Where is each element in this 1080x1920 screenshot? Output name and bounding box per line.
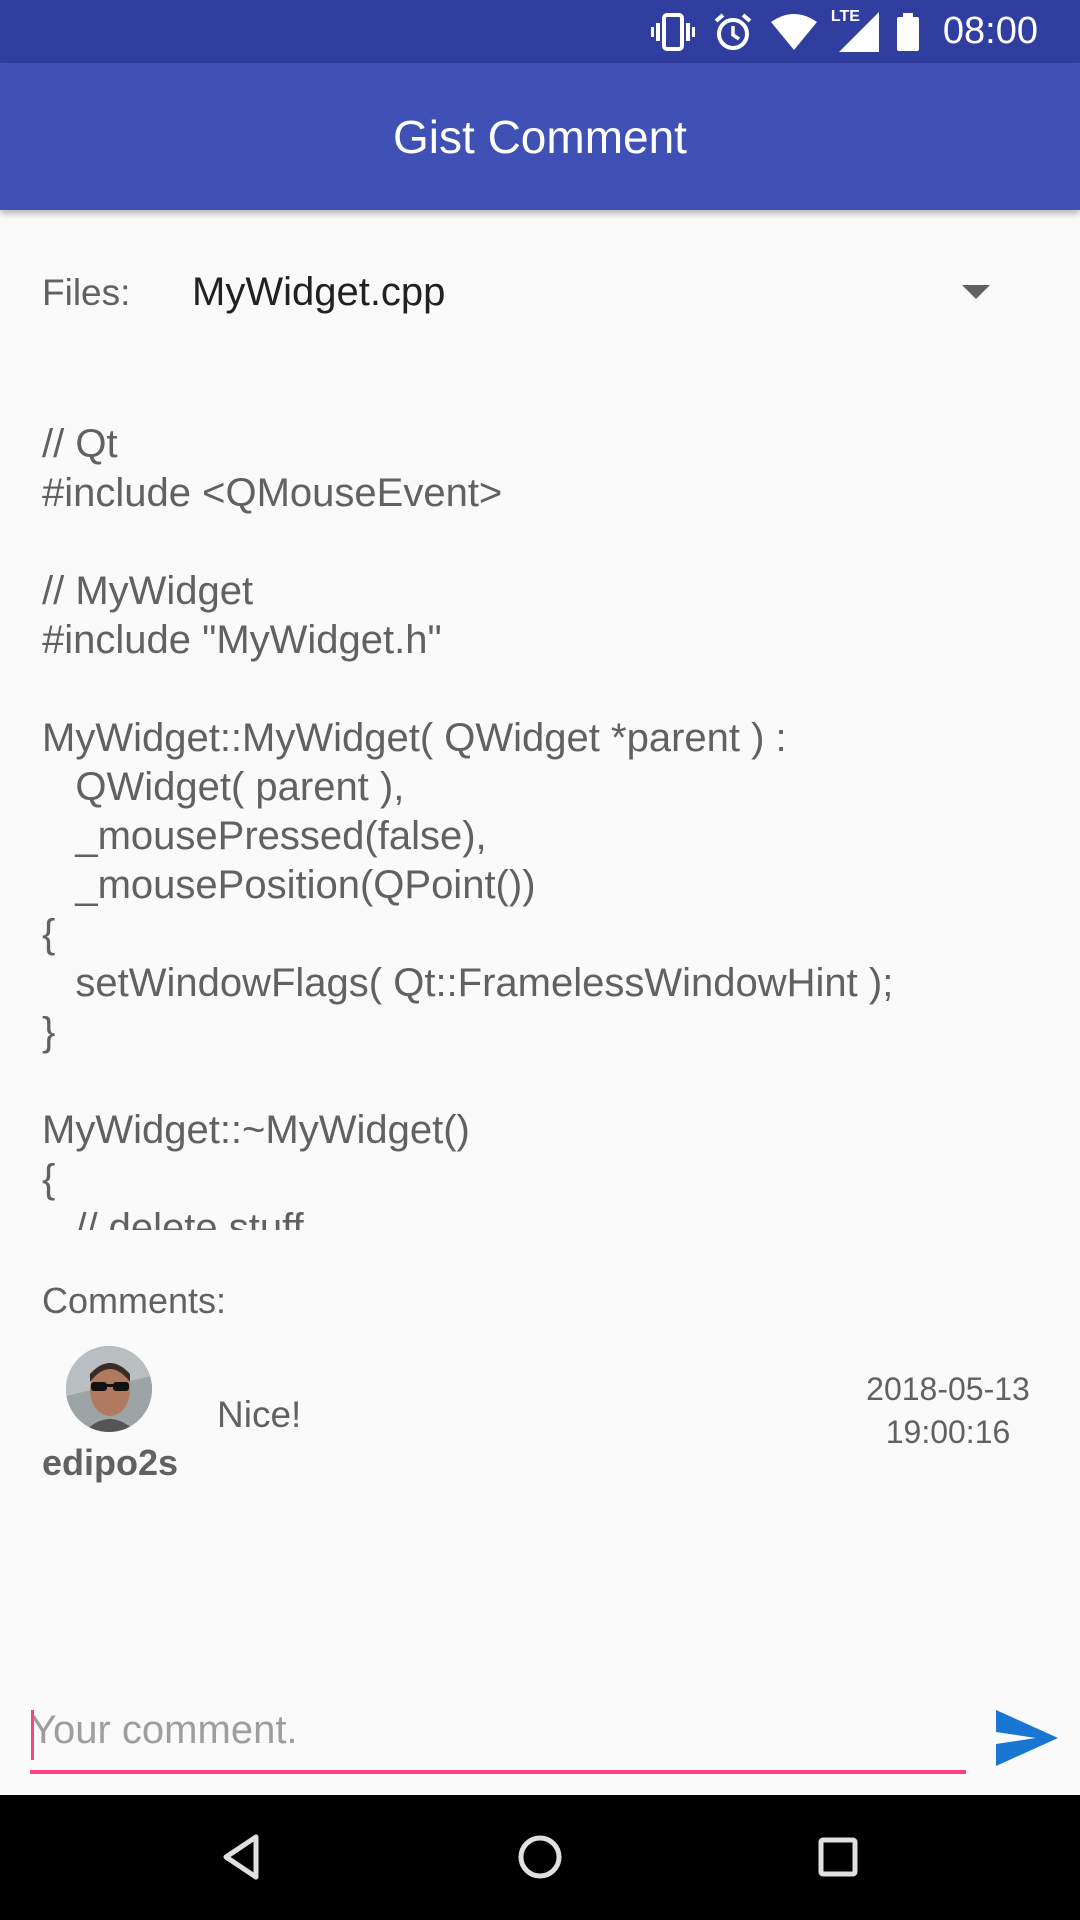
comment-author: edipo2s	[42, 1442, 179, 1483]
comment-text: Nice!	[217, 1394, 302, 1435]
comment-time: 19:00:16	[885, 1414, 1011, 1450]
status-icons: LTE 08:00	[650, 0, 1038, 63]
send-button[interactable]	[996, 1710, 1058, 1766]
code-text: // Qt #include <QMouseEvent> // MyWidget…	[42, 422, 894, 1230]
file-selector-dropdown[interactable]: MyWidget.cpp	[180, 250, 1020, 342]
lte-signal-icon: LTE	[831, 8, 879, 52]
home-button[interactable]	[510, 1827, 570, 1887]
back-icon	[223, 1834, 259, 1880]
app-bar: Gist Comment	[0, 63, 1080, 210]
comment-timestamp: 2018-05-13 19:00:16	[838, 1368, 1058, 1454]
files-label: Files:	[42, 272, 131, 313]
vibrate-icon	[650, 12, 695, 51]
back-button[interactable]	[212, 1827, 272, 1887]
comment-input[interactable]	[30, 1690, 966, 1774]
avatar[interactable]	[66, 1346, 152, 1432]
code-viewer[interactable]: // Qt #include <QMouseEvent> // MyWidget…	[42, 420, 1042, 1230]
comment-input-row	[0, 1690, 1080, 1785]
send-icon	[996, 1710, 1058, 1766]
alarm-icon	[713, 12, 753, 52]
comments-label: Comments:	[42, 1280, 227, 1321]
status-time: 08:00	[942, 10, 1038, 52]
lte-label: LTE	[830, 7, 860, 25]
selected-file: MyWidget.cpp	[192, 270, 446, 314]
files-row: Files: MyWidget.cpp	[0, 250, 1080, 342]
recents-button[interactable]	[808, 1827, 868, 1887]
dropdown-arrow-icon	[962, 285, 990, 304]
home-icon	[518, 1835, 562, 1879]
battery-icon	[896, 12, 919, 51]
page-title: Gist Comment	[393, 110, 687, 163]
status-bar: LTE 08:00	[0, 0, 1080, 63]
comment-date: 2018-05-13	[866, 1371, 1030, 1407]
recents-icon	[818, 1837, 858, 1877]
wifi-icon	[770, 13, 817, 50]
navigation-bar	[0, 1795, 1080, 1920]
comment-item: edipo2s Nice! 2018-05-13 19:00:16	[0, 1340, 1080, 1490]
text-cursor	[31, 1710, 34, 1760]
